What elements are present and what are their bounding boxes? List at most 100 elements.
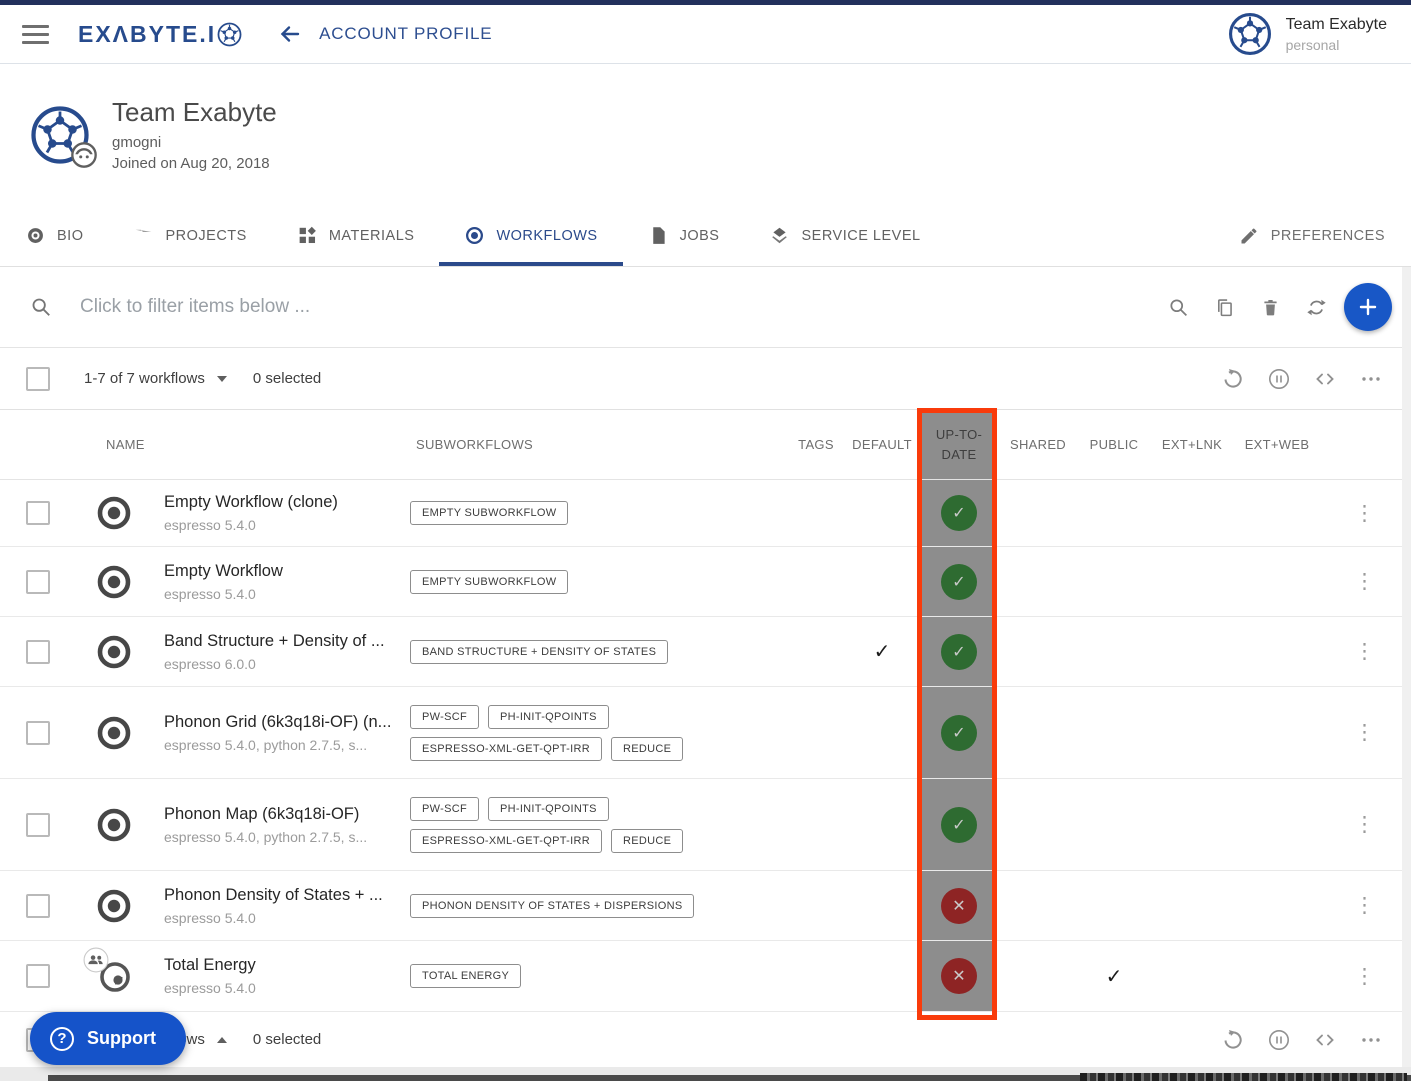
column-header-spacer [1318,410,1411,479]
row-type-cell [64,779,164,870]
row-actions-cell: ⋮ [1318,941,1411,1011]
delete-icon[interactable] [1260,297,1281,318]
select-all-checkbox[interactable] [26,367,50,391]
workflow-applications: espresso 6.0.0 [164,656,256,672]
row-checkbox[interactable] [26,813,50,837]
column-header-name[interactable]: NAME [64,410,410,479]
filter-input[interactable] [78,295,1168,319]
search-icon [30,296,52,318]
copy-icon[interactable] [1214,297,1235,318]
row-menu-icon[interactable]: ⋮ [1354,722,1375,743]
row-actions-cell: ⋮ [1318,871,1411,940]
subworkflow-chip: EMPTY SUBWORKFLOW [410,501,568,525]
chevron-up-icon [217,1037,227,1043]
footer-undo-icon[interactable] [1221,1028,1245,1052]
column-header-subworkflows[interactable]: SUBWORKFLOWS [410,410,790,479]
tab-service-level[interactable]: SERVICE LEVEL [744,205,945,266]
search-action-icon[interactable] [1168,297,1189,318]
workflow-name: Phonon Density of States + ... [164,886,383,905]
up-to-date-yes-icon: ✓ [941,495,977,531]
layers-icon [769,225,790,246]
footer-pause-icon[interactable] [1267,1028,1291,1052]
tags-cell [790,617,842,686]
add-workflow-button[interactable] [1344,283,1392,331]
workflow-name-cell[interactable]: Band Structure + Density of ...espresso … [164,617,410,686]
subworkflow-chip: EMPTY SUBWORKFLOW [410,570,568,594]
row-checkbox-cell [0,941,64,1011]
ext-lnk-cell [1148,480,1236,546]
shared-cell [996,941,1080,1011]
column-header-default[interactable]: DEFAULT [842,410,922,479]
column-header-shared[interactable]: SHARED [996,410,1080,479]
row-checkbox-cell [0,871,64,940]
row-checkbox[interactable] [26,501,50,525]
refresh-icon[interactable] [1306,297,1327,318]
workflow-name-cell[interactable]: Empty Workflowespresso 5.4.0 [164,547,410,616]
row-checkbox[interactable] [26,721,50,745]
account-name: Team Exabyte [1286,14,1387,36]
ext-lnk-cell [1148,547,1236,616]
column-header-up-to-date[interactable]: UP-TO-DATE [922,410,996,479]
footer-code-icon[interactable] [1313,1028,1337,1052]
undo-icon[interactable] [1221,367,1245,391]
pagination-dropdown[interactable]: 1-7 of 7 workflows [84,370,227,387]
tab-projects[interactable]: PROJECTS [108,205,271,266]
subworkflow-chip: PH-INIT-QPOINTS [488,705,609,729]
row-checkbox[interactable] [26,964,50,988]
row-menu-icon[interactable]: ⋮ [1354,641,1375,662]
footer-more-options-icon[interactable] [1359,1028,1383,1052]
top-navbar: EXΛBYTE.I ACCOUNT PROFILE Team Exabyte p… [0,5,1411,64]
tab-label: BIO [57,228,83,244]
back-arrow-icon[interactable] [276,22,304,46]
tab-workflows[interactable]: WORKFLOWS [439,205,622,266]
subworkflow-chip: TOTAL ENERGY [410,964,521,988]
row-menu-icon[interactable]: ⋮ [1354,895,1375,916]
table-row: Phonon Map (6k3q18i-OF)espresso 5.4.0, p… [0,779,1411,871]
row-type-cell [64,480,164,546]
row-menu-icon[interactable]: ⋮ [1354,571,1375,592]
row-menu-icon[interactable]: ⋮ [1354,503,1375,524]
column-header-public[interactable]: PUBLIC [1080,410,1148,479]
support-button[interactable]: ? Support [30,1012,186,1065]
tab-bio[interactable]: BIO [0,205,108,266]
row-checkbox[interactable] [26,570,50,594]
row-checkbox[interactable] [26,894,50,918]
document-icon [648,225,669,246]
scrollbar-track[interactable] [1402,267,1411,1067]
footer-toolbar: 1-7 of 7 workflows 0 selected [0,1012,1411,1067]
more-options-icon[interactable] [1359,367,1383,391]
brand-logo[interactable]: EXΛBYTE.I [78,21,242,48]
row-menu-icon[interactable]: ⋮ [1354,814,1375,835]
public-cell [1080,871,1148,940]
workflow-icon [95,887,133,925]
ext-lnk-cell [1148,871,1236,940]
shared-cell [996,779,1080,870]
column-header-ext-lnk[interactable]: EXT+LNK [1148,410,1236,479]
menu-icon[interactable] [22,25,49,44]
pause-icon[interactable] [1267,367,1291,391]
footer-selected-count: 0 selected [253,1031,321,1048]
ext-lnk-cell [1148,941,1236,1011]
code-icon[interactable] [1313,367,1337,391]
workflow-name-cell[interactable]: Empty Workflow (clone)espresso 5.4.0 [164,480,410,546]
tab-jobs[interactable]: JOBS [623,205,745,266]
column-header-ext-web[interactable]: EXT+WEB [1236,410,1318,479]
workflow-name-cell[interactable]: Total Energyespresso 5.4.0 [164,941,410,1011]
workflow-name: Empty Workflow (clone) [164,493,338,512]
subworkflow-chip: PW-SCF [410,797,479,821]
public-cell [1080,480,1148,546]
subworkflow-chip: PW-SCF [410,705,479,729]
tab-materials[interactable]: MATERIALS [272,205,440,266]
preferences-button[interactable]: PREFERENCES [1239,205,1411,266]
account-switcher[interactable]: Team Exabyte personal [1228,12,1387,56]
tags-cell [790,547,842,616]
workflow-name-cell[interactable]: Phonon Grid (6k3q18i-OF) (n...espresso 5… [164,687,410,778]
account-type: personal [1286,36,1387,54]
up-to-date-yes-icon: ✓ [941,807,977,843]
workflow-name-cell[interactable]: Phonon Density of States + ...espresso 5… [164,871,410,940]
row-menu-icon[interactable]: ⋮ [1354,966,1375,987]
column-header-tags[interactable]: TAGS [790,410,842,479]
target-icon [464,225,485,246]
workflow-name-cell[interactable]: Phonon Map (6k3q18i-OF)espresso 5.4.0, p… [164,779,410,870]
row-checkbox[interactable] [26,640,50,664]
